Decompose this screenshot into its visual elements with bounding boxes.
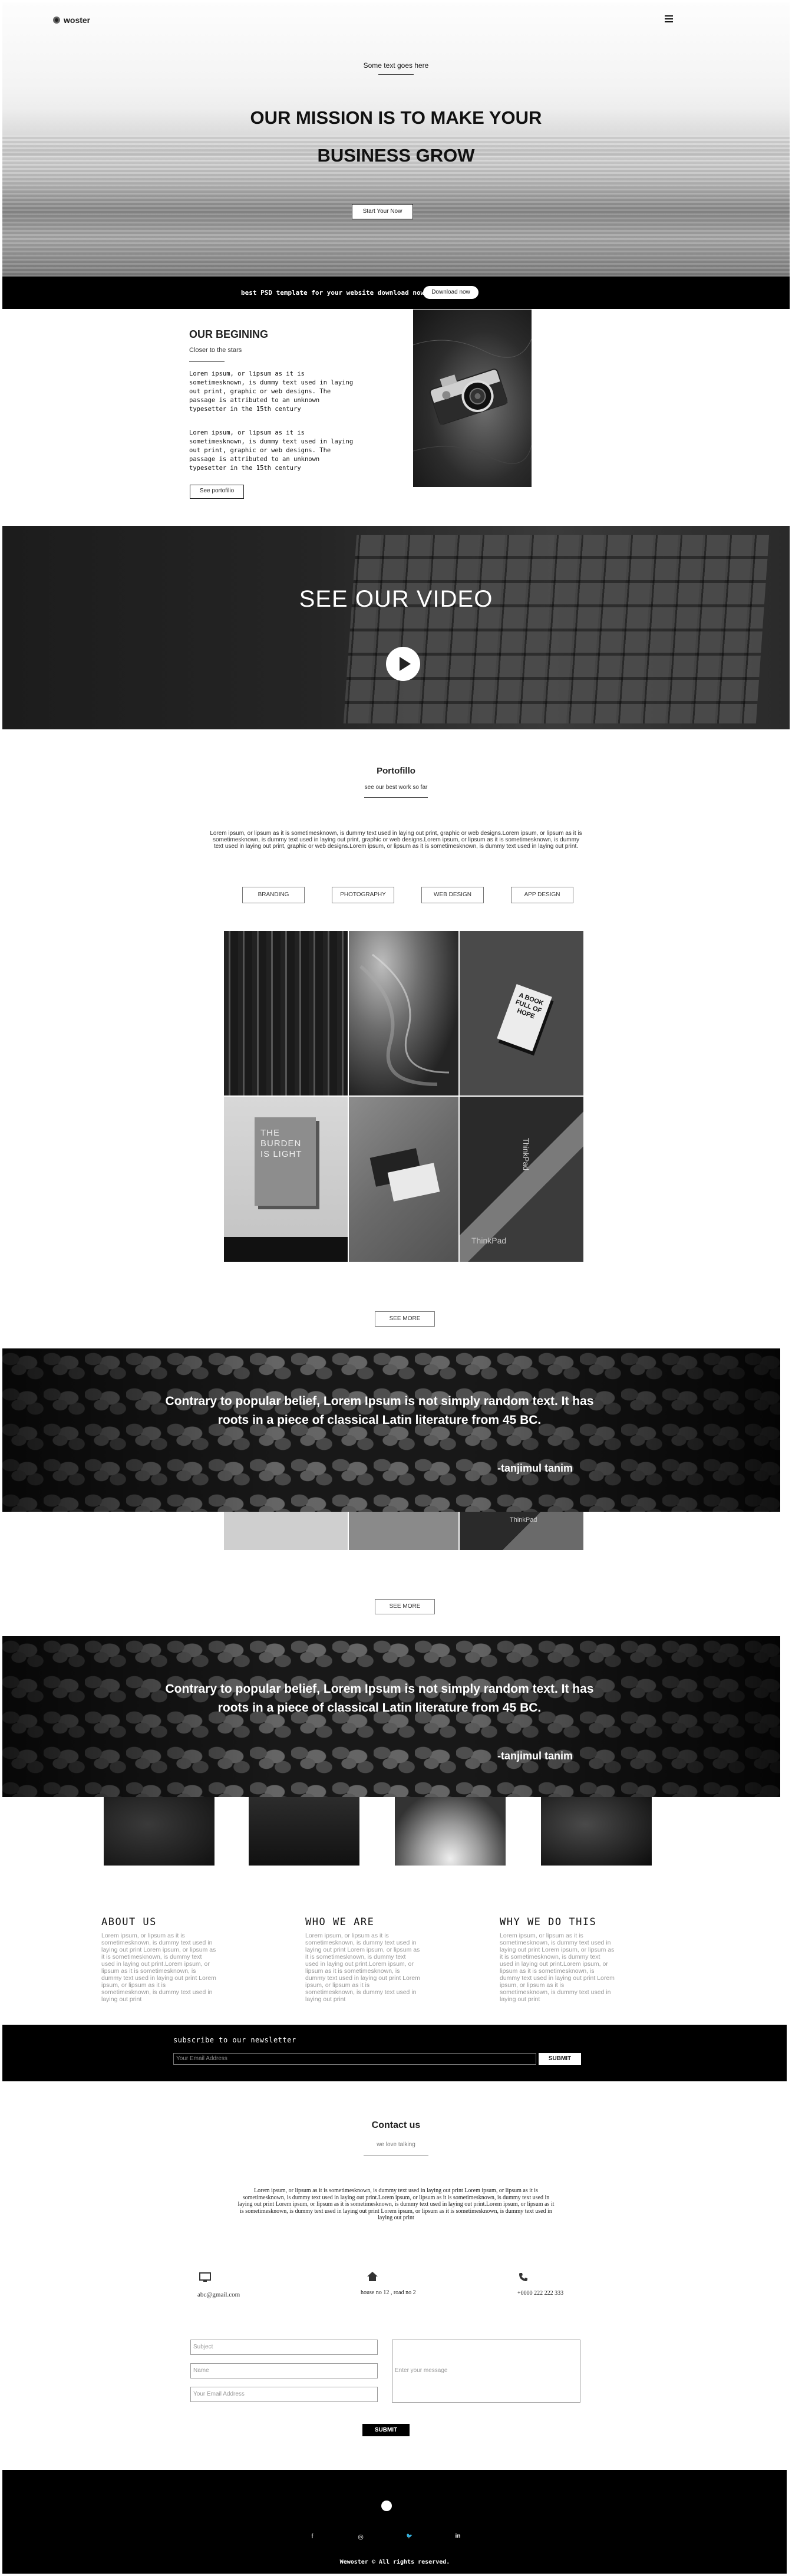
book-cover: A BOOK FULL OF HOPE — [497, 984, 552, 1051]
see-portfolio-button[interactable]: See portofilio — [190, 485, 244, 499]
message-textarea[interactable]: Enter your message — [392, 2340, 580, 2403]
who-we-are-text: Lorem ipsum, or lipsum as it is sometime… — [305, 1932, 420, 2003]
footer-logo-icon — [381, 2501, 392, 2511]
team-photo-4[interactable] — [541, 1797, 652, 1866]
filter-photography[interactable]: PHOTOGRAPHY — [332, 887, 394, 903]
video-section: SEE OUR VIDEO — [2, 526, 790, 729]
strip-tile-2 — [349, 1512, 458, 1550]
promo-text: best PSD template for your website downl… — [241, 289, 425, 297]
strip-tile-1 — [224, 1512, 348, 1550]
promo-bar: best PSD template for your website downl… — [2, 277, 790, 309]
brand[interactable]: woster — [53, 15, 90, 25]
book-title: A BOOK FULL OF HOPE — [514, 991, 544, 1021]
contact-phone: +0000 222 222 333 — [517, 2290, 564, 2297]
portfolio-subtitle: see our best work so far — [364, 784, 428, 791]
download-button[interactable]: Download now — [423, 286, 478, 299]
strip-thinkpad-label: ThinkPad — [510, 1516, 537, 1524]
hero-eyebrow: Some text goes here — [363, 61, 429, 70]
newsletter-title: subscribe to our newsletter — [173, 2036, 296, 2044]
monitor-icon — [199, 2272, 212, 2286]
why-we-do-this-text: Lorem ipsum, or lipsum as it is sometime… — [500, 1932, 615, 2003]
newsletter-submit-button[interactable]: SUBMIT — [539, 2053, 581, 2065]
brand-name: woster — [64, 15, 91, 25]
quote-author-1: -tanjimul tanim — [497, 1462, 573, 1474]
contact-description: Lorem ipsum, or lipsum as it is sometime… — [237, 2187, 555, 2221]
why-we-do-this-title: WHY WE DO THIS — [500, 1916, 597, 1928]
team-photo-2[interactable] — [249, 1797, 359, 1866]
video-title: SEE OUR VIDEO — [299, 586, 493, 612]
see-more-button[interactable]: SEE MORE — [375, 1311, 435, 1327]
filter-branding[interactable]: BRANDING — [242, 887, 305, 903]
linkedin-icon[interactable]: in — [453, 2533, 463, 2539]
strip-tile-3: ThinkPad — [460, 1512, 583, 1550]
twitter-icon[interactable]: 🐦 — [405, 2533, 414, 2539]
quote-overlay — [2, 1348, 780, 1512]
portfolio-item-building[interactable] — [224, 931, 348, 1095]
portfolio-description: Lorem ipsum, or lipsum as it is sometime… — [210, 830, 582, 850]
portfolio-item-smoke[interactable] — [349, 931, 458, 1095]
about-us-text: Lorem ipsum, or lipsum as it is sometime… — [101, 1932, 216, 2003]
play-icon[interactable] — [386, 647, 420, 681]
contact-subtitle: we love talking — [377, 2141, 415, 2148]
quote-author-2: -tanjimul tanim — [497, 1750, 573, 1762]
hero-title-line2: BUSINESS GROW — [317, 145, 475, 166]
portfolio-item-thinkpad[interactable]: ThinkPad ThinkPad — [460, 1097, 583, 1262]
camera-photo — [413, 310, 532, 487]
subject-input[interactable]: Subject — [190, 2340, 378, 2355]
contact-title: Contact us — [371, 2120, 421, 2130]
home-icon — [367, 2271, 378, 2285]
portfolio-item-burden-book[interactable]: THE BURDEN IS LIGHT — [224, 1097, 348, 1262]
newsletter-email-input[interactable]: Your Email Address — [173, 2053, 536, 2065]
beginning-paragraph-2: Lorem ipsum, or lipsum as it is sometime… — [189, 429, 354, 472]
logo-dot-icon — [53, 17, 60, 24]
burden-book-cover: THE BURDEN IS LIGHT — [255, 1117, 316, 1206]
name-input[interactable]: Name — [190, 2363, 378, 2378]
quote-text-2: Contrary to popular belief, Lorem Ipsum … — [165, 1682, 594, 1715]
portfolio-item-cards[interactable] — [349, 1097, 458, 1262]
newsletter-section: subscribe to our newsletter Your Email A… — [2, 2025, 787, 2081]
hero-section: woster Some text goes here OUR MISSION I… — [2, 2, 790, 277]
portfolio-item-book[interactable]: A BOOK FULL OF HOPE — [460, 931, 583, 1095]
beginning-divider — [189, 361, 225, 362]
instagram-icon[interactable]: ◎ — [356, 2533, 365, 2541]
hero-divider — [378, 74, 414, 75]
filter-web-design[interactable]: WEB DESIGN — [421, 887, 484, 903]
copyright-text: Wewoster © All rights reserved. — [339, 2559, 450, 2565]
thinkpad-label-2: ThinkPad — [471, 1236, 507, 1245]
contact-submit-button[interactable]: SUBMIT — [362, 2424, 410, 2436]
phone-icon — [519, 2272, 528, 2285]
team-photo-1[interactable] — [104, 1797, 214, 1866]
hero-title-line1: OUR MISSION IS TO MAKE YOUR — [250, 107, 542, 128]
thinkpad-label-1: ThinkPad — [522, 1138, 530, 1170]
email-input[interactable]: Your Email Address — [190, 2387, 378, 2402]
contact-address: house no 12 , road no 2 — [361, 2289, 416, 2296]
portfolio-divider — [364, 797, 428, 798]
beginning-paragraph-1: Lorem ipsum, or lipsum as it is sometime… — [189, 370, 354, 413]
beginning-subtitle: Closer to the stars — [189, 347, 242, 354]
beginning-title: OUR BEGINING — [189, 328, 269, 340]
contact-email[interactable]: abc@gmail.com — [197, 2291, 240, 2298]
about-us-title: ABOUT US — [101, 1916, 157, 1928]
who-we-are-title: WHO WE ARE — [305, 1916, 375, 1928]
quote-section-2: Contrary to popular belief, Lorem Ipsum … — [2, 1636, 780, 1797]
quote-text-1: Contrary to popular belief, Lorem Ipsum … — [165, 1394, 594, 1427]
hero-cta-button[interactable]: Start Your Now — [352, 204, 413, 219]
hamburger-icon[interactable] — [665, 15, 673, 22]
facebook-icon[interactable]: f — [308, 2533, 317, 2540]
burden-book-title: THE BURDEN IS LIGHT — [260, 1128, 302, 1159]
filter-app-design[interactable]: APP DESIGN — [511, 887, 573, 903]
quote-section-1: Contrary to popular belief, Lorem Ipsum … — [2, 1348, 780, 1512]
footer: f ◎ 🐦 in Wewoster © All rights reserved. — [2, 2470, 787, 2574]
see-more-button-2[interactable]: SEE MORE — [375, 1599, 435, 1614]
team-photo-3[interactable] — [395, 1797, 506, 1866]
keyboard-texture — [343, 535, 770, 723]
portfolio-title: Portofillo — [377, 766, 415, 776]
